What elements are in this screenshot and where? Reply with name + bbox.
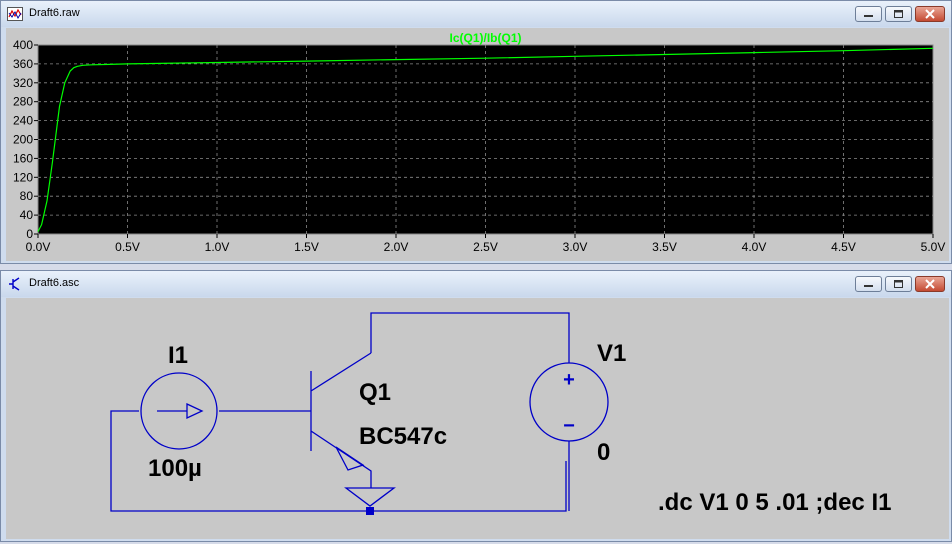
minimize-icon bbox=[864, 15, 873, 17]
schematic-close-button[interactable] bbox=[915, 276, 945, 292]
y-tick-label: 40 bbox=[20, 208, 34, 222]
wire-collector-top[interactable] bbox=[370, 312, 570, 363]
maximize-icon bbox=[894, 280, 903, 288]
schematic-window-title: Draft6.asc bbox=[29, 277, 80, 289]
line-chart[interactable]: 0.0V 0.5V 1.0V 1.5V 2.0V 2.5V 3.0V 3.5V 4.0V 4.5V… bbox=[6, 28, 949, 261]
minimize-icon bbox=[864, 285, 873, 287]
schematic-window-titlebar[interactable]: Draft6.asc bbox=[1, 271, 951, 297]
transistor-model[interactable]: BC547c bbox=[359, 423, 447, 450]
y-tick-label: 0 bbox=[26, 227, 33, 241]
plot-window-titlebar[interactable]: Draft6.raw bbox=[1, 1, 951, 27]
schematic-minimize-button[interactable] bbox=[855, 276, 882, 292]
y-tick-label: 360 bbox=[13, 57, 33, 71]
x-tick-label: 2.0V bbox=[384, 240, 409, 254]
current-source-value[interactable]: 100µ bbox=[148, 455, 202, 482]
x-tick-label: 3.0V bbox=[563, 240, 588, 254]
x-tick-label: 2.5V bbox=[473, 240, 498, 254]
x-tick-label: 1.0V bbox=[205, 240, 230, 254]
schematic-maximize-button[interactable] bbox=[885, 276, 912, 292]
maximize-icon bbox=[894, 10, 903, 18]
y-tick-label: 80 bbox=[20, 189, 34, 203]
schematic-canvas[interactable]: + − I1 100µ Q1 BC547c V1 0 .dc V1 0 5 .0… bbox=[6, 298, 949, 539]
schematic-window: Draft6.asc + − I1 100µ Q1 BC547c V1 0 .d… bbox=[0, 270, 952, 542]
y-tick-label: 320 bbox=[13, 76, 33, 90]
plot-maximize-button[interactable] bbox=[885, 6, 912, 22]
close-icon bbox=[925, 9, 935, 19]
y-tick-label: 400 bbox=[13, 38, 33, 52]
transistor-icon bbox=[9, 277, 20, 291]
x-tick-label: 1.5V bbox=[294, 240, 319, 254]
plot-close-button[interactable] bbox=[915, 6, 945, 22]
plot-window: Draft6.raw 0.0V 0.5V 1.0V 1.5V 2.0V 2.5V 3.0V 3… bbox=[0, 0, 952, 264]
vsource-plus: + bbox=[563, 369, 575, 391]
schematic-drawing[interactable]: + − I1 100µ Q1 BC547c V1 0 .dc V1 0 5 .0… bbox=[6, 298, 949, 539]
transistor-symbol[interactable] bbox=[310, 352, 372, 488]
y-tick-label: 200 bbox=[13, 133, 33, 147]
x-tick-label: 0.0V bbox=[26, 240, 51, 254]
x-tick-label: 5.0V bbox=[921, 240, 946, 254]
y-tick-label: 160 bbox=[13, 151, 33, 165]
current-source-name[interactable]: I1 bbox=[168, 342, 188, 369]
transistor-name[interactable]: Q1 bbox=[359, 379, 391, 406]
ground-node[interactable] bbox=[366, 507, 374, 515]
plot-window-title: Draft6.raw bbox=[29, 7, 80, 19]
y-tick-label: 240 bbox=[13, 114, 33, 128]
close-icon bbox=[925, 279, 935, 289]
emitter-arrow-icon bbox=[335, 446, 365, 471]
plot-area[interactable]: 0.0V 0.5V 1.0V 1.5V 2.0V 2.5V 3.0V 3.5V 4.0V 4.5V… bbox=[6, 28, 949, 261]
x-tick-label: 4.5V bbox=[831, 240, 856, 254]
ground-icon bbox=[344, 487, 396, 507]
vsource-minus: − bbox=[563, 415, 575, 437]
series-legend-label[interactable]: Ic(Q1)/Ib(Q1) bbox=[449, 31, 521, 45]
x-tick-label: 0.5V bbox=[115, 240, 140, 254]
spice-directive[interactable]: .dc V1 0 5 .01 ;dec I1 bbox=[658, 489, 891, 516]
plot-minimize-button[interactable] bbox=[855, 6, 882, 22]
y-tick-label: 120 bbox=[13, 170, 33, 184]
voltage-source-name[interactable]: V1 bbox=[597, 340, 626, 367]
voltage-source-value[interactable]: 0 bbox=[597, 439, 610, 466]
waveform-icon bbox=[7, 7, 23, 21]
y-tick-label: 280 bbox=[13, 95, 33, 109]
x-tick-label: 3.5V bbox=[652, 240, 677, 254]
x-tick-label: 4.0V bbox=[742, 240, 767, 254]
